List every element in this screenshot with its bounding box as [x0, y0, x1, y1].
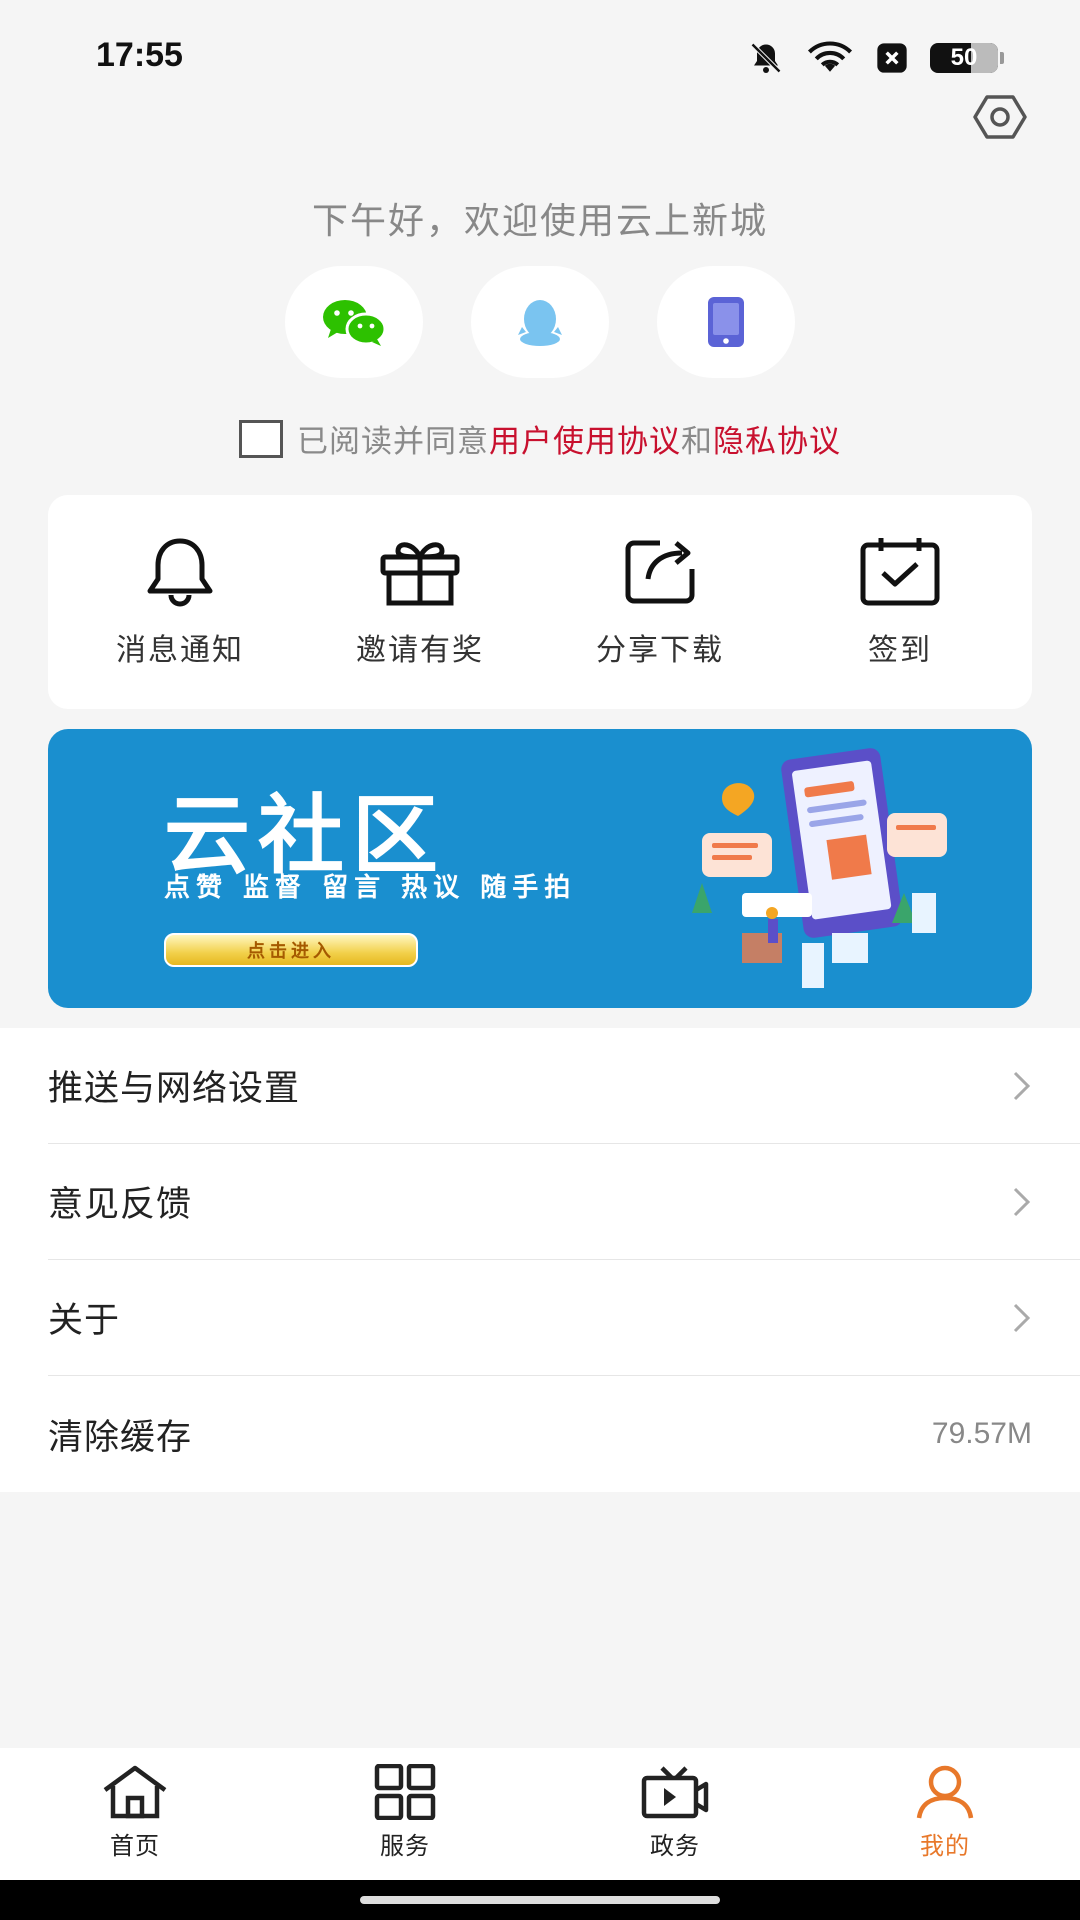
banner-subtitle: 点赞 监督 留言 热议 随手拍 — [164, 873, 577, 903]
agree-prefix: 已阅读并同意 — [297, 424, 489, 460]
tv-play-icon — [641, 1766, 709, 1819]
chevron-right-icon — [1013, 1071, 1031, 1100]
menu-label: 推送与网络设置 — [48, 1069, 301, 1109]
gift-icon — [380, 542, 460, 606]
menu-push-network-settings[interactable]: 推送与网络设置 — [48, 1028, 1080, 1144]
user-agreement-link[interactable]: 用户使用协议 — [489, 416, 681, 461]
battery-level: 50 — [950, 44, 978, 71]
quick-actions-card: 消息通知 邀请有奖 分享下载 签到 — [48, 495, 1032, 709]
quick-action-share[interactable]: 分享下载 — [550, 535, 770, 669]
menu-label: 关于 — [48, 1301, 121, 1341]
greeting-text: 下午好，欢迎使用云上新城 — [311, 201, 768, 242]
qq-login-button[interactable] — [471, 266, 609, 378]
phone-icon — [708, 297, 744, 347]
menu-label: 意见反馈 — [48, 1185, 193, 1225]
tab-home[interactable]: 首页 — [35, 1764, 235, 1861]
chevron-right-icon — [1013, 1187, 1031, 1216]
user-icon — [916, 1765, 974, 1819]
agreement-row: 已阅读并同意 用户使用协议 和 隐私协议 — [0, 416, 1080, 461]
phone-login-button[interactable] — [657, 266, 795, 378]
calendar-check-icon — [860, 538, 940, 606]
qq-penguin-icon — [518, 300, 562, 346]
tab-government[interactable]: 政务 — [575, 1764, 775, 1861]
banner-illustration — [692, 748, 947, 988]
tab-mine[interactable]: 我的 — [845, 1764, 1045, 1861]
cache-size-value: 79.57M — [931, 1417, 1032, 1450]
battery-icon: 50 — [930, 43, 998, 73]
quick-action-notifications[interactable]: 消息通知 — [70, 535, 290, 669]
privacy-policy-link[interactable]: 隐私协议 — [713, 416, 841, 461]
menu-clear-cache[interactable]: 清除缓存 79.57M — [48, 1376, 1080, 1492]
home-indicator[interactable] — [360, 1896, 720, 1904]
menu-about[interactable]: 关于 — [48, 1260, 1080, 1376]
quick-action-label: 消息通知 — [116, 633, 244, 668]
tab-services[interactable]: 服务 — [305, 1764, 505, 1861]
status-icons: 50 — [748, 38, 1004, 78]
quick-action-label: 邀请有奖 — [356, 633, 484, 668]
home-icon — [103, 1765, 167, 1819]
tab-label: 首页 — [110, 1832, 160, 1860]
agree-and: 和 — [681, 424, 713, 460]
tab-label: 我的 — [920, 1832, 970, 1860]
quick-action-checkin[interactable]: 签到 — [790, 535, 1010, 669]
community-banner[interactable]: 云社区 点赞 监督 留言 热议 随手拍 点击进入 — [48, 729, 1032, 1008]
quick-action-invite[interactable]: 邀请有奖 — [310, 535, 530, 669]
bell-icon — [147, 538, 213, 607]
banner-enter-button[interactable]: 点击进入 — [164, 933, 418, 967]
chevron-right-icon — [1013, 1303, 1031, 1332]
bottom-tab-bar: 首页 服务 政务 我的 — [0, 1748, 1080, 1880]
tab-label: 服务 — [380, 1832, 430, 1860]
wechat-icon — [323, 300, 387, 346]
status-time: 17:55 — [96, 36, 183, 74]
menu-label: 清除缓存 — [48, 1417, 193, 1458]
menu-feedback[interactable]: 意见反馈 — [48, 1144, 1080, 1260]
settings-hexagon-icon — [973, 95, 1027, 139]
system-nav-bar — [0, 1880, 1080, 1920]
wechat-login-button[interactable] — [285, 266, 423, 378]
share-icon — [625, 540, 695, 604]
bell-muted-icon — [750, 42, 782, 74]
notification-x-icon — [877, 43, 907, 73]
settings-button[interactable] — [972, 92, 1028, 142]
wifi-icon — [807, 41, 853, 72]
grid-icon — [374, 1764, 436, 1820]
login-methods — [0, 266, 1080, 378]
settings-menu: 推送与网络设置 意见反馈 关于 清除缓存 79.57M — [0, 1028, 1080, 1492]
quick-action-label: 分享下载 — [596, 633, 724, 668]
status-bar: 17:55 50 — [0, 0, 1080, 120]
tab-label: 政务 — [650, 1832, 700, 1860]
agree-checkbox[interactable] — [239, 419, 283, 458]
quick-action-label: 签到 — [868, 633, 932, 668]
